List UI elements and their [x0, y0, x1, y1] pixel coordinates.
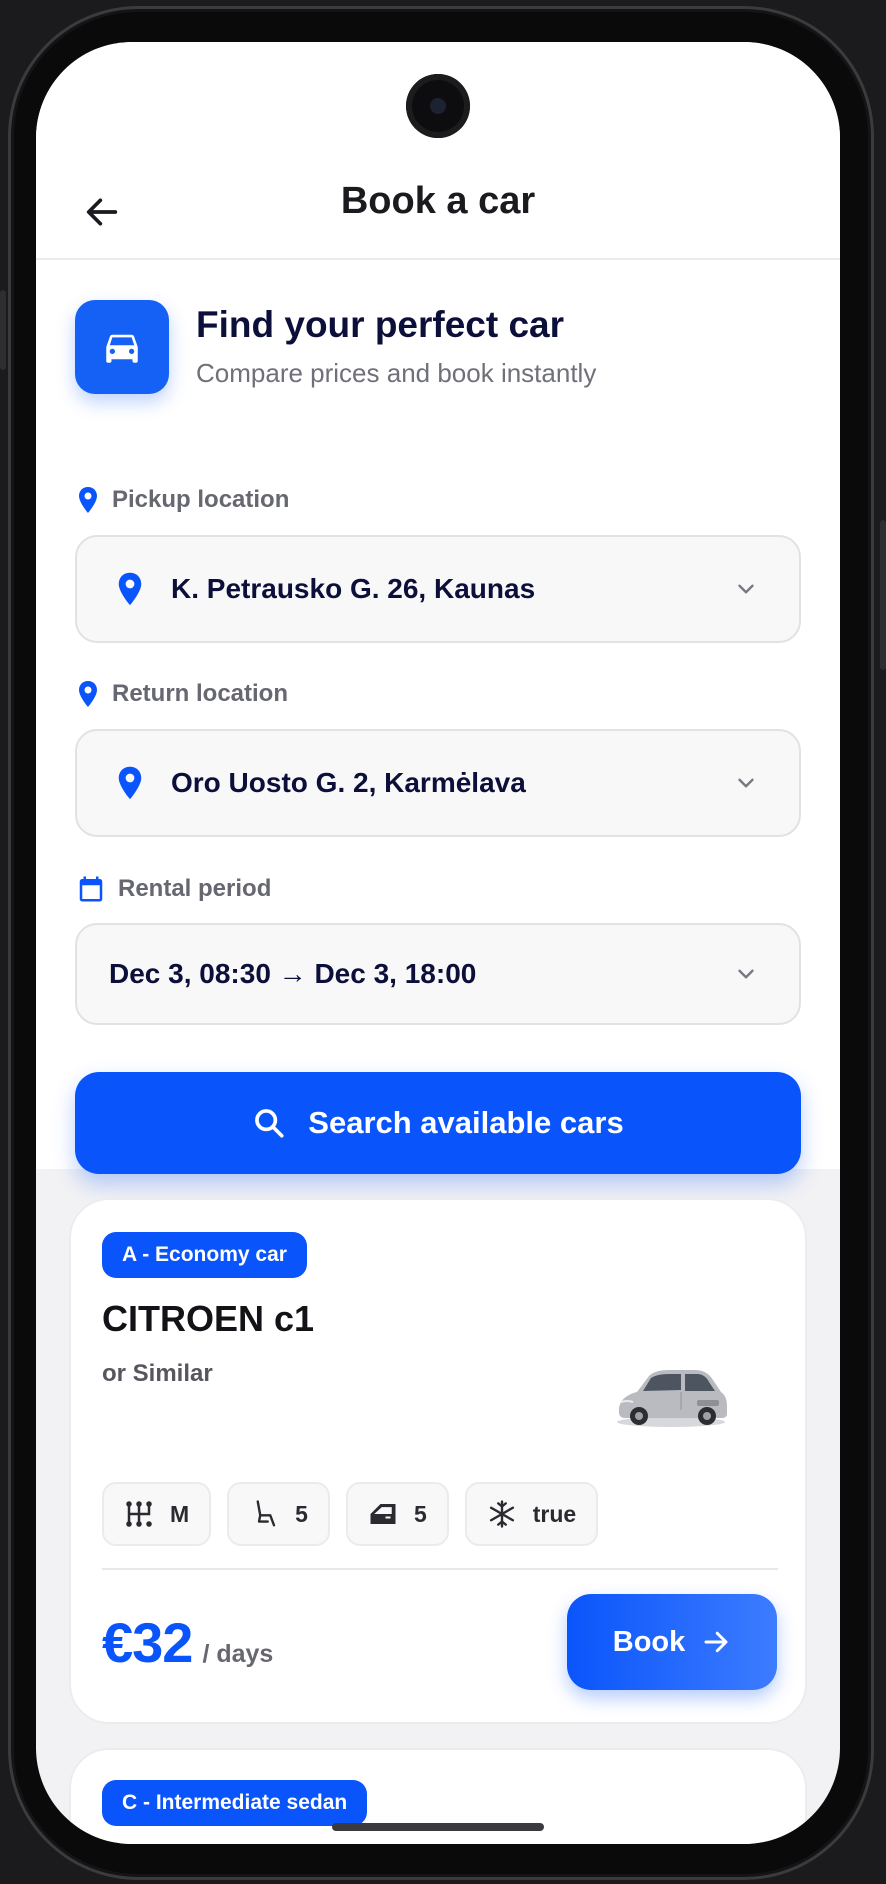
- car-price: €32 / days: [102, 1610, 273, 1675]
- door-icon: [370, 1504, 396, 1524]
- search-available-cars-button[interactable]: Search available cars: [75, 1072, 801, 1174]
- car-category-badge: A - Economy car: [102, 1232, 307, 1278]
- search-button-label: Search available cars: [308, 1105, 624, 1140]
- spec-doors-value: 5: [413, 1500, 427, 1527]
- spec-transmission: M: [102, 1482, 212, 1546]
- spec-ac-value: true: [532, 1500, 577, 1527]
- volume-button: [0, 290, 6, 370]
- chevron-down-icon: [738, 778, 754, 788]
- page-title: Book a car: [340, 180, 536, 222]
- search-icon: [255, 1109, 284, 1138]
- home-indicator[interactable]: [332, 1823, 544, 1831]
- car-category-badge: C - Intermediate sedan: [102, 1780, 368, 1826]
- seat-icon: [256, 1500, 276, 1527]
- rental-period-value: Dec 3, 08:30 → Dec 3, 18:00: [109, 958, 477, 989]
- book-button[interactable]: Book: [567, 1594, 777, 1690]
- rental-period-label-text: Rental period: [118, 875, 272, 902]
- location-pin-icon: [118, 766, 142, 800]
- book-button-label: Book: [612, 1625, 686, 1658]
- pickup-label-text: Pickup location: [112, 486, 290, 513]
- phone-frame: Book a car Find your perfect car Compare…: [0, 0, 886, 1884]
- front-camera: [406, 74, 470, 138]
- car-icon: [106, 334, 138, 363]
- return-location-select[interactable]: Oro Uosto G. 2, Karmėlava: [75, 729, 801, 837]
- location-pin-icon: [79, 487, 97, 513]
- chevron-down-icon: [738, 969, 754, 979]
- power-button: [880, 520, 886, 670]
- pickup-location-select[interactable]: K. Petrausko G. 26, Kaunas: [75, 535, 801, 643]
- spec-air-conditioning: true: [464, 1482, 599, 1546]
- hero-car-badge: [75, 300, 169, 394]
- return-label: Return location: [76, 680, 288, 708]
- pickup-location-value: K. Petrausko G. 26, Kaunas: [171, 573, 536, 604]
- gearbox-icon: [126, 1501, 152, 1527]
- spec-doors: 5: [345, 1482, 449, 1546]
- card-divider: [102, 1568, 778, 1570]
- car-similar-text: or Similar: [102, 1360, 213, 1387]
- rental-period-label: Rental period: [76, 874, 271, 904]
- calendar-icon: [79, 876, 103, 902]
- search-form: Find your perfect car Compare prices and…: [36, 260, 840, 1174]
- pickup-label: Pickup location: [76, 486, 289, 514]
- spec-transmission-value: M: [170, 1500, 190, 1527]
- return-label-text: Return location: [112, 680, 289, 707]
- hero-subtitle: Compare prices and book instantly: [196, 358, 597, 388]
- arrow-right-icon: [704, 1631, 728, 1653]
- location-pin-icon: [79, 681, 97, 707]
- return-location-value: Oro Uosto G. 2, Karmėlava: [171, 767, 526, 798]
- snowflake-icon: [489, 1500, 514, 1528]
- chevron-down-icon: [738, 584, 754, 594]
- price-unit: / days: [202, 1640, 274, 1668]
- car-specs: M 5 5 true: [102, 1482, 599, 1546]
- price-amount: €32: [102, 1611, 193, 1674]
- rental-period-select[interactable]: Dec 3, 08:30 → Dec 3, 18:00: [75, 923, 801, 1025]
- car-image: [617, 1370, 727, 1427]
- location-pin-icon: [118, 572, 142, 606]
- app-screen: Book a car Find your perfect car Compare…: [36, 42, 840, 1844]
- spec-seats: 5: [227, 1482, 330, 1546]
- hero-title: Find your perfect car: [196, 304, 565, 345]
- car-card: A - Economy car CITROEN c1 or Similar M …: [69, 1198, 807, 1724]
- car-name: CITROEN c1: [102, 1298, 315, 1339]
- spec-seats-value: 5: [295, 1500, 308, 1527]
